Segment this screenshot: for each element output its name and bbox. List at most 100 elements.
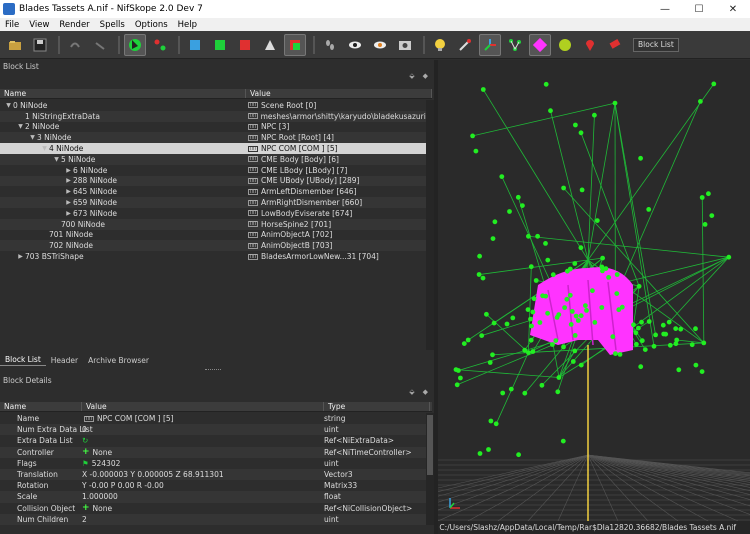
node-marker[interactable] (569, 309, 575, 314)
detail-row[interactable]: Flags ⚑ 524302 uint (0, 458, 432, 469)
node-marker[interactable] (699, 369, 705, 374)
detail-row[interactable]: Controller + None Ref<NiTimeController> (0, 446, 432, 458)
tree-row[interactable]: 1 NiStringExtraData TXT meshes\armor\shi… (0, 110, 432, 122)
node-marker[interactable] (539, 382, 545, 388)
expand-icon[interactable]: ▼ (40, 145, 49, 152)
node-marker[interactable] (476, 272, 482, 277)
node-marker[interactable] (693, 362, 699, 368)
node-marker[interactable] (555, 389, 561, 395)
node-marker[interactable] (702, 222, 708, 227)
node-marker[interactable] (639, 338, 645, 344)
detail-value[interactable]: ⚑ 524302 (82, 459, 324, 468)
maximize-button[interactable]: ☐ (682, 4, 716, 15)
node-marker[interactable] (508, 386, 514, 392)
detail-row[interactable]: Rotation Y -0.00 P 0.00 R -0.00 Matrix33 (0, 480, 432, 491)
node-marker[interactable] (473, 148, 479, 154)
node-marker[interactable] (603, 266, 609, 271)
detail-row[interactable]: Collision Object + None Ref<NiCollisionOb… (0, 503, 432, 514)
node-marker[interactable] (676, 367, 682, 373)
detail-row[interactable]: Scale 1.000000 float (0, 491, 432, 503)
node-marker[interactable] (583, 303, 588, 308)
node-marker[interactable] (636, 283, 642, 289)
detail-row[interactable]: Num Children 2 uint (0, 513, 432, 525)
node-marker[interactable] (638, 364, 644, 370)
select-object-icon[interactable] (124, 33, 146, 56)
detail-row[interactable]: Num Extra Data List 0 uint (0, 424, 432, 436)
expand-icon[interactable]: ▶ (64, 210, 73, 217)
node-marker[interactable] (480, 275, 486, 281)
tree-row[interactable]: ▼ 2 NiNode TXT NPC [3] (0, 122, 432, 133)
node-marker[interactable] (520, 203, 525, 209)
node-marker[interactable] (487, 360, 493, 365)
node-marker[interactable] (666, 319, 672, 325)
node-marker[interactable] (617, 352, 623, 357)
node-marker[interactable] (529, 323, 534, 329)
textures-icon[interactable] (529, 33, 551, 56)
expand-icon[interactable]: ▶ (64, 167, 73, 174)
node-marker[interactable] (522, 390, 528, 396)
node-marker[interactable] (453, 367, 459, 372)
nodes-icon[interactable] (504, 34, 526, 56)
add-icon[interactable]: + (82, 447, 90, 457)
node-marker[interactable] (545, 310, 550, 316)
node-marker[interactable] (726, 254, 732, 260)
node-marker[interactable] (572, 348, 578, 354)
node-marker[interactable] (490, 236, 496, 242)
block-list-button[interactable]: Block List (633, 37, 679, 52)
node-marker[interactable] (578, 130, 584, 136)
node-marker[interactable] (535, 233, 540, 239)
node-marker[interactable] (543, 293, 549, 299)
menu-help[interactable]: Help (173, 20, 202, 30)
node-marker[interactable] (454, 382, 460, 388)
close-button[interactable]: ✕ (716, 4, 750, 15)
node-marker[interactable] (653, 332, 658, 338)
node-marker[interactable] (507, 209, 512, 214)
node-marker[interactable] (698, 99, 703, 104)
expand-icon[interactable]: ▶ (64, 199, 73, 206)
load-icon[interactable] (4, 34, 26, 56)
node-marker[interactable] (543, 81, 549, 87)
node-marker[interactable] (470, 133, 475, 139)
node-marker[interactable] (477, 451, 483, 456)
node-marker[interactable] (573, 313, 579, 319)
node-marker[interactable] (612, 100, 618, 106)
node-marker[interactable] (530, 309, 536, 315)
node-marker[interactable] (651, 343, 657, 349)
view-side-icon[interactable] (209, 34, 231, 56)
node-marker[interactable] (689, 342, 695, 348)
lighting-icon[interactable] (429, 34, 451, 56)
node-marker[interactable] (693, 326, 698, 332)
node-marker[interactable] (490, 352, 495, 358)
minimize-button[interactable]: — (648, 4, 682, 15)
node-marker[interactable] (610, 334, 616, 340)
detail-value[interactable]: ↻ (82, 436, 324, 445)
select-vertex-icon[interactable] (149, 34, 171, 56)
node-marker[interactable] (572, 333, 578, 338)
axes-icon[interactable] (479, 33, 501, 56)
node-marker[interactable] (634, 341, 639, 347)
node-marker[interactable] (528, 337, 534, 343)
node-marker[interactable] (504, 321, 510, 327)
node-marker[interactable] (465, 337, 471, 343)
tree-row[interactable]: ▶ 645 NiNode TXT ArmLeftDismember [646] (0, 186, 432, 197)
detail-value[interactable]: + None (82, 447, 324, 457)
node-marker[interactable] (500, 390, 506, 396)
tree-row[interactable]: ▶ 288 NiNode TXT CME UBody [UBody] [289] (0, 175, 432, 187)
node-marker[interactable] (578, 245, 584, 251)
node-marker[interactable] (564, 296, 570, 302)
node-marker[interactable] (477, 253, 482, 259)
node-marker[interactable] (579, 187, 585, 193)
tab-archive-browser[interactable]: Archive Browser (83, 354, 154, 366)
block-list-scrollbar[interactable] (426, 100, 434, 350)
detail-value[interactable]: 0 (82, 425, 324, 434)
node-marker[interactable] (515, 194, 521, 200)
node-marker[interactable] (646, 207, 652, 212)
node-marker[interactable] (570, 359, 576, 364)
node-marker[interactable] (562, 305, 567, 310)
node-marker[interactable] (530, 349, 536, 354)
show-markers-icon[interactable] (369, 34, 391, 56)
node-marker[interactable] (614, 291, 620, 296)
column-type[interactable]: Type (324, 402, 430, 411)
node-marker[interactable] (667, 342, 673, 348)
redo-icon[interactable] (89, 34, 111, 56)
